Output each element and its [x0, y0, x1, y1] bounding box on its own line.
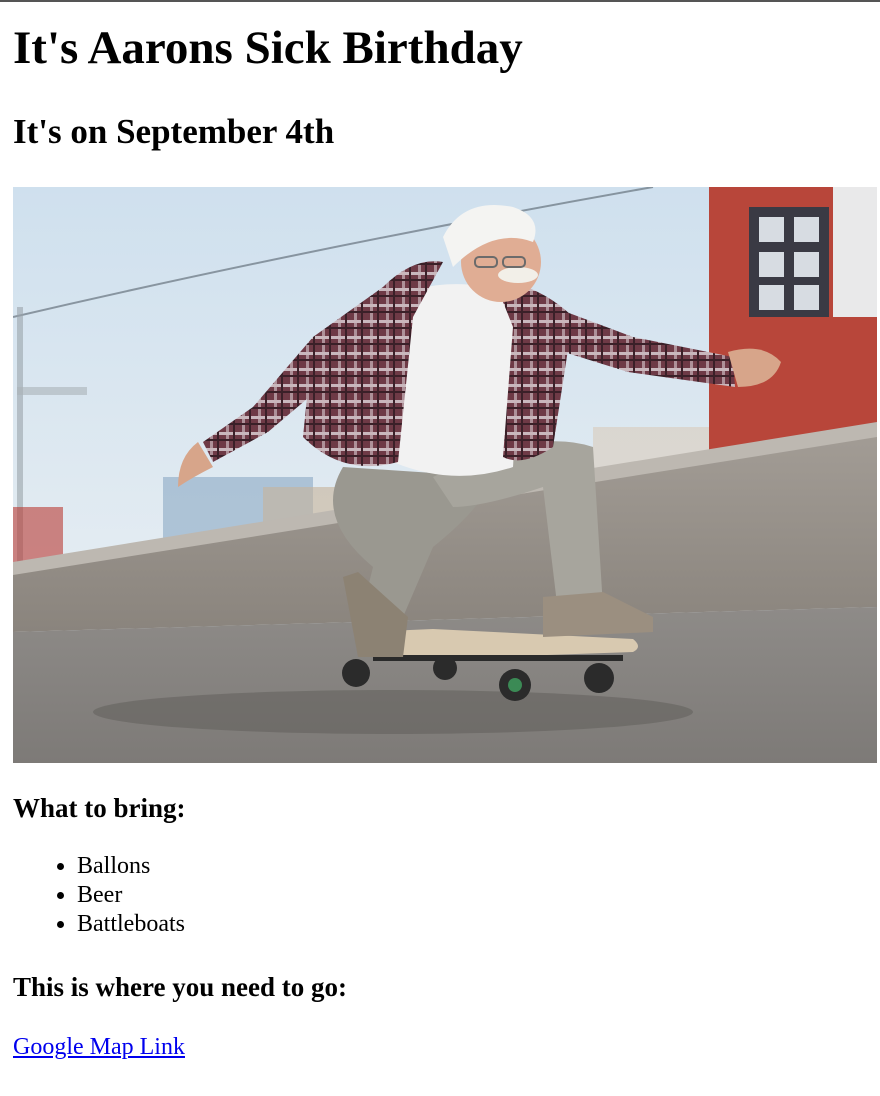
google-map-link[interactable]: Google Map Link: [13, 1033, 185, 1062]
list-item: Battleboats: [77, 910, 877, 939]
page-title: It's Aarons Sick Birthday: [13, 22, 523, 74]
date-subtitle: It's on September 4th: [13, 112, 335, 151]
skateboarder-photo: [13, 187, 877, 763]
list-item: Ballons: [77, 852, 877, 881]
directions-heading: This is where you need to go:: [13, 972, 348, 1002]
bring-list: Ballons Beer Battleboats: [13, 852, 877, 939]
page-content: It's Aarons Sick Birthday It's on Septem…: [0, 2, 880, 1062]
what-to-bring-heading: What to bring:: [13, 793, 186, 823]
list-item: Beer: [77, 881, 877, 910]
